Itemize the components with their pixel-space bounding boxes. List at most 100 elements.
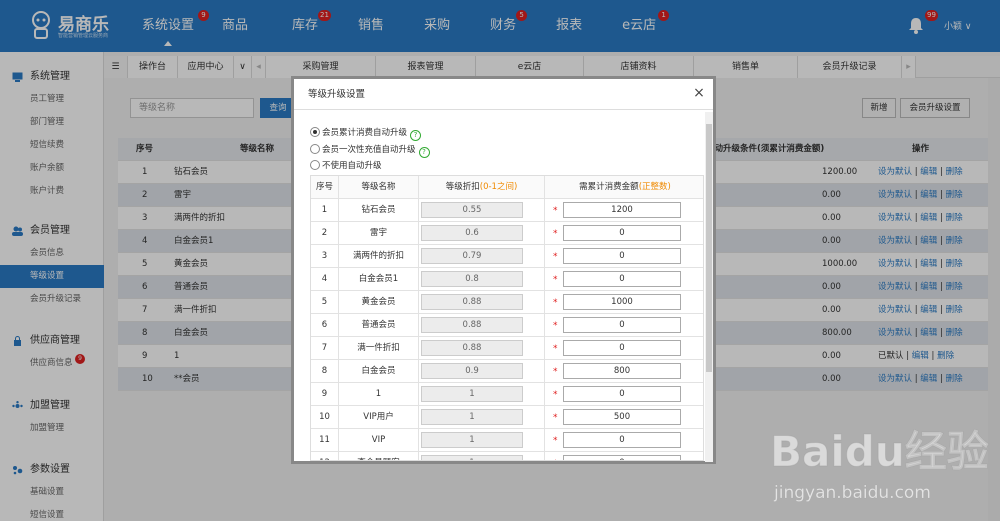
- amount-field[interactable]: 0: [563, 455, 681, 460]
- upgrade-table-row: 12李会员顾客1 * 0: [311, 452, 703, 460]
- scrollbar-thumb[interactable]: [706, 124, 712, 372]
- rate-field[interactable]: 0.9: [421, 363, 523, 379]
- row-name: 钻石会员: [339, 199, 419, 222]
- upgrade-table-row: 10 VIP用户 1 * 500: [311, 406, 703, 429]
- row-name: 1: [339, 383, 419, 406]
- required-icon: *: [553, 321, 558, 331]
- radio-checked-icon: [310, 127, 320, 137]
- amount-field[interactable]: 500: [563, 409, 681, 425]
- row-no: 7: [311, 337, 339, 360]
- upgrade-table-row: 3 满两件的折扣 0.79 * 0: [311, 245, 703, 268]
- required-icon: *: [553, 452, 558, 460]
- rate-field[interactable]: 0.55: [421, 202, 523, 218]
- row-name: 满两件的折扣: [339, 245, 419, 268]
- row-no: 1: [311, 199, 339, 222]
- radio-label: 会员累计消费自动升级: [322, 128, 408, 138]
- rate-field[interactable]: 0.88: [421, 294, 523, 310]
- rate-field[interactable]: 0.6: [421, 225, 523, 241]
- required-icon: *: [553, 275, 558, 285]
- amount-field[interactable]: 0: [563, 225, 681, 241]
- row-no: 3: [311, 245, 339, 268]
- row-name: 白金会员: [339, 360, 419, 383]
- upgrade-table-row: 8 白金会员 0.9 * 800: [311, 360, 703, 383]
- upgrade-table-row: 1 钻石会员 0.55 * 1200: [311, 199, 703, 222]
- required-icon: *: [553, 206, 558, 216]
- rate-field[interactable]: 0.88: [421, 340, 523, 356]
- col-rate: 等级折扣(0-1之间): [419, 176, 545, 199]
- amount-field[interactable]: 0: [563, 248, 681, 264]
- row-no: 11: [311, 429, 339, 452]
- radio-icon: [310, 160, 320, 170]
- amount-field[interactable]: 0: [563, 271, 681, 287]
- required-icon: *: [553, 413, 558, 423]
- row-name: 白金会员1: [339, 268, 419, 291]
- required-icon: *: [553, 229, 558, 239]
- amount-field[interactable]: 1200: [563, 202, 681, 218]
- required-icon: *: [553, 344, 558, 354]
- amount-field[interactable]: 800: [563, 363, 681, 379]
- row-name: 满一件折扣: [339, 337, 419, 360]
- rate-hint: (0-1之间): [479, 182, 518, 192]
- row-name: VIP用户: [339, 406, 419, 429]
- dialog-scrollbar[interactable]: [705, 112, 713, 462]
- row-no: 12: [311, 452, 339, 460]
- amount-field[interactable]: 0: [563, 340, 681, 356]
- row-name: 黄金会员: [339, 291, 419, 314]
- rate-field[interactable]: 0.88: [421, 317, 523, 333]
- col-name: 等级名称: [339, 176, 419, 199]
- row-no: 6: [311, 314, 339, 337]
- required-icon: *: [553, 252, 558, 262]
- required-icon: *: [553, 367, 558, 377]
- row-name: 李会员顾客: [339, 452, 419, 460]
- rate-field[interactable]: 1: [421, 386, 523, 402]
- col-no: 序号: [311, 176, 339, 199]
- upgrade-table-row: 2 雷宇 0.6 * 0: [311, 222, 703, 245]
- amount-field[interactable]: 1000: [563, 294, 681, 310]
- upgrade-table-header: 序号 等级名称 等级折扣(0-1之间) 需累计消费金额(正整数): [311, 176, 703, 199]
- level-upgrade-dialog: 等级升级设置 × 会员累计消费自动升级? 会员一次性充值自动升级? 不使用自动升…: [291, 76, 716, 464]
- amount-field[interactable]: 0: [563, 386, 681, 402]
- dialog-title: 等级升级设置: [294, 79, 713, 110]
- upgrade-table-row: 11 VIP 1 * 0: [311, 429, 703, 452]
- row-no: 8: [311, 360, 339, 383]
- upgrade-table-row: 7 满一件折扣 0.88 * 0: [311, 337, 703, 360]
- row-no: 5: [311, 291, 339, 314]
- required-icon: *: [553, 390, 558, 400]
- amount-field[interactable]: 0: [563, 317, 681, 333]
- rate-field[interactable]: 1: [421, 432, 523, 448]
- row-no: 9: [311, 383, 339, 406]
- row-no: 10: [311, 406, 339, 429]
- upgrade-table-row: 9 1 1 * 0: [311, 383, 703, 406]
- required-icon: *: [553, 298, 558, 308]
- rate-field[interactable]: 0.8: [421, 271, 523, 287]
- help-icon[interactable]: ?: [410, 130, 422, 141]
- help-icon[interactable]: ?: [418, 147, 430, 158]
- radio-icon: [310, 144, 320, 154]
- row-no: 2: [311, 222, 339, 245]
- baidu-watermark: Baidu经验 jingyan.baidu.com: [770, 427, 989, 504]
- watermark-brand: Baidu经验: [770, 427, 989, 476]
- upgrade-table-row: 6 普通会员 0.88 * 0: [311, 314, 703, 337]
- amount-hint: (正整数): [638, 182, 671, 192]
- rate-header-label: 等级折扣: [445, 182, 480, 192]
- radio-recharge-upgrade[interactable]: 会员一次性充值自动升级?: [310, 143, 430, 158]
- amount-field[interactable]: 0: [563, 432, 681, 448]
- radio-no-auto-upgrade[interactable]: 不使用自动升级: [310, 159, 382, 173]
- col-amount: 需累计消费金额(正整数): [545, 176, 703, 199]
- upgrade-table: 序号 等级名称 等级折扣(0-1之间) 需累计消费金额(正整数) 1 钻石会员 0.…: [310, 175, 704, 461]
- rate-field[interactable]: 1: [421, 409, 523, 425]
- row-name: 雷宇: [339, 222, 419, 245]
- required-icon: *: [553, 436, 558, 446]
- upgrade-table-row: 4 白金会员1 0.8 * 0: [311, 268, 703, 291]
- row-name: 普通会员: [339, 314, 419, 337]
- radio-label: 不使用自动升级: [322, 161, 382, 171]
- rate-field[interactable]: 1: [421, 455, 523, 460]
- watermark-url: jingyan.baidu.com: [773, 483, 931, 503]
- rate-field[interactable]: 0.79: [421, 248, 523, 264]
- amount-header-label: 需累计消费金额: [579, 182, 639, 192]
- row-no: 4: [311, 268, 339, 291]
- row-name: VIP: [339, 429, 419, 452]
- radio-cumulative-upgrade[interactable]: 会员累计消费自动升级?: [310, 126, 422, 141]
- radio-label: 会员一次性充值自动升级: [322, 145, 416, 155]
- close-icon[interactable]: ×: [692, 85, 706, 101]
